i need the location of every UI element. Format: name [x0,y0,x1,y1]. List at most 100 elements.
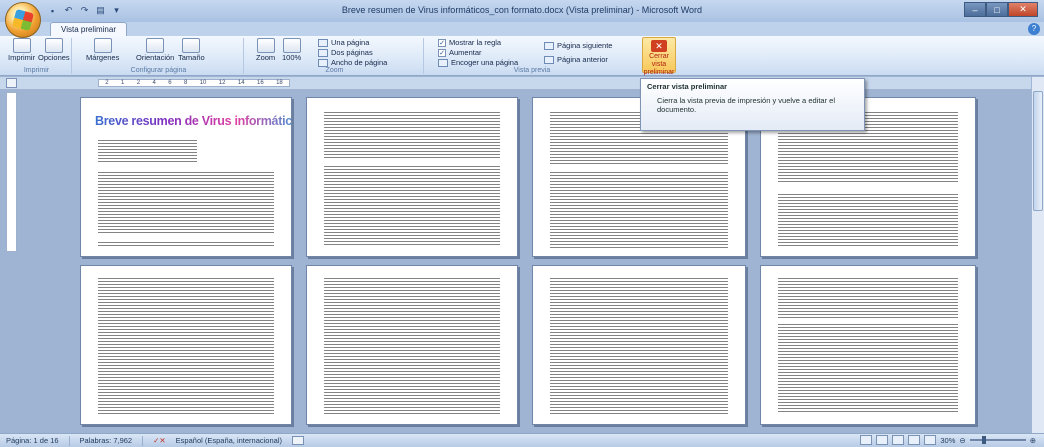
zoom-100-button[interactable]: 100% [282,38,301,62]
text-block [323,166,501,246]
ribbon-tabstrip: Vista preliminar ? [0,22,1044,36]
text-block [549,172,729,248]
macro-record-icon[interactable] [292,436,304,445]
printer-icon [12,38,31,53]
proofing-icon[interactable]: ✓✕ [153,436,166,445]
group-zoom: Zoom 100% Una página Dos páginas Ancho d… [246,38,424,74]
close-preview-button[interactable]: ✕ Cerrar vista preliminar [642,37,676,76]
close-window-button[interactable]: ✕ [1008,2,1038,17]
tooltip-title: Cerrar vista preliminar [647,82,728,91]
group-label: Vista previa [513,67,551,74]
checkbox-checked-icon: ✓ [438,48,446,57]
full-screen-view-icon[interactable] [876,435,889,445]
one-page-icon [318,38,328,47]
ruler-row: 2 1 2 4 6 8 10 12 14 16 18 [0,77,1044,89]
group-vista-previa: ✓ Mostrar la regla ✓ Aumentar Encoger una … [426,38,638,74]
vertical-scrollbar[interactable] [1031,77,1044,433]
magnifier-icon [256,38,275,53]
page-thumbnail-8[interactable] [760,265,976,425]
previous-page-icon [544,55,554,64]
magnify-checkbox[interactable]: ✓ Aumentar [438,48,482,57]
next-page-icon [544,41,554,50]
draft-view-icon[interactable] [924,435,937,445]
zoom-100-icon [282,38,301,53]
zoom-out-icon[interactable]: ⊖ [959,436,965,445]
status-bar: Página: 1 de 16 Palabras: 7,962 ✓✕ Españ… [0,433,1044,447]
zoom-level[interactable]: 30% [940,436,955,445]
shrink-icon [438,58,448,67]
text-block [323,278,501,414]
two-pages-icon [318,48,328,57]
page-thumbnail-7[interactable] [532,265,746,425]
previous-page-button[interactable]: Página anterior [544,55,608,64]
outline-view-icon[interactable] [908,435,921,445]
page-thumbnail-5[interactable] [80,265,292,425]
group-label: Configurar página [130,67,187,74]
ribbon: Imprimir Opciones Imprimir Márgenes Orie… [0,36,1044,76]
zoom-slider-knob[interactable] [981,436,986,444]
preview-canvas[interactable]: Breve resumen de Virus informáticos [20,89,1031,433]
close-icon: ✕ [651,40,667,52]
group-label: Imprimir [23,67,50,74]
text-block [97,242,275,248]
checkbox-checked-icon: ✓ [438,38,446,47]
zoom-in-icon[interactable]: ⊕ [1030,436,1036,445]
two-pages-button[interactable]: Dos páginas [318,48,373,57]
page-indicator[interactable]: Página: 1 de 16 [6,436,59,445]
divider [68,435,70,446]
zoom-slider[interactable] [969,436,1026,444]
text-block [778,324,958,414]
size-button[interactable]: Tamaño [178,38,205,62]
print-layout-view-icon[interactable] [860,435,873,445]
web-layout-view-icon[interactable] [892,435,905,445]
language-indicator[interactable]: Español (España, internacional) [176,436,282,445]
options-button[interactable]: Opciones [38,38,70,62]
text-block [323,112,501,160]
scrollbar-thumb[interactable] [1033,91,1043,211]
close-preview-tooltip: Cerrar vista preliminar Cierra la vista … [640,78,865,131]
text-block [549,278,729,414]
page-size-icon [182,38,201,53]
tab-vista-preliminar[interactable]: Vista preliminar [50,22,127,36]
orientation-button[interactable]: Orientación [136,38,174,62]
page-thumbnail-2[interactable] [306,97,518,257]
document-heading: Breve resumen de Virus informáticos [95,114,291,128]
shrink-one-page-button[interactable]: Encoger una página [438,58,518,67]
help-icon[interactable]: ? [1028,23,1040,35]
tooltip-body: Cierra la vista previa de impresión y vu… [657,96,835,114]
maximize-button[interactable]: □ [986,2,1008,17]
orientation-icon [146,38,165,53]
text-block [97,140,197,164]
divider [142,435,144,446]
group-configurar-pagina: Márgenes Orientación Tamaño Configurar p… [74,38,244,74]
horizontal-ruler[interactable]: 2 1 2 4 6 8 10 12 14 16 18 [98,79,290,87]
text-block [778,278,958,318]
print-button[interactable]: Imprimir [8,38,35,62]
text-block [97,172,275,234]
group-imprimir: Imprimir Opciones Imprimir [2,38,72,74]
page-width-button[interactable]: Ancho de página [318,58,387,67]
office-logo-icon [11,8,35,32]
zoom-button[interactable]: Zoom [256,38,275,62]
margins-icon [93,38,112,53]
vertical-ruler[interactable] [6,92,17,252]
show-ruler-checkbox[interactable]: ✓ Mostrar la regla [438,38,501,47]
page-width-icon [318,58,328,67]
word-count[interactable]: Palabras: 7,962 [80,436,133,445]
group-label: Zoom [325,67,344,74]
ruler-toggle-button[interactable] [6,78,17,88]
view-zoom-controls: 30% ⊖ ⊕ [860,435,1036,445]
text-block [97,278,275,414]
minimize-button[interactable]: – [964,2,986,17]
margins-button[interactable]: Márgenes [86,38,119,62]
page-thumbnail-6[interactable] [306,265,518,425]
one-page-button[interactable]: Una página [318,38,369,47]
office-button[interactable] [5,2,41,38]
window-controls: – □ ✕ [964,2,1038,17]
options-icon [44,38,63,53]
page-thumbnail-1[interactable]: Breve resumen de Virus informáticos [80,97,292,257]
next-page-button[interactable]: Página siguiente [544,41,612,50]
window-title: Breve resumen de Virus informáticos_con … [341,5,703,15]
text-block [778,194,958,246]
title-bar: ▪ ↶ ↷ ▤ ▾ Breve resumen de Virus informá… [0,0,1044,22]
